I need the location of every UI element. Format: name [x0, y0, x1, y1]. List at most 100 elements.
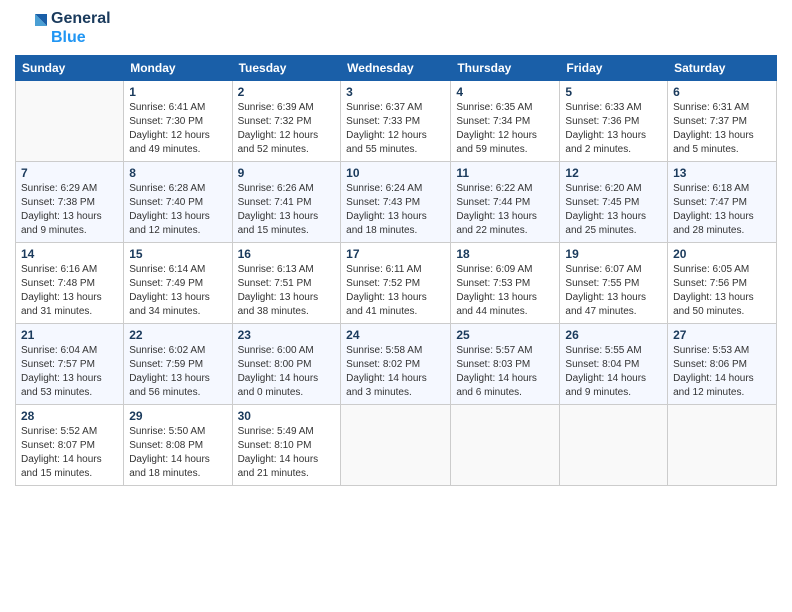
- calendar-cell: 13 Sunrise: 6:18 AM Sunset: 7:47 PM Dayli…: [668, 162, 777, 243]
- day-number: 15: [129, 247, 226, 261]
- day-info: Sunrise: 6:09 AM Sunset: 7:53 PM Dayligh…: [456, 263, 554, 319]
- calendar-cell: 28Sunrise: 5:52 AM Sunset: 8:07 PM Dayli…: [16, 405, 124, 486]
- day-info: Sunrise: 6:16 AM Sunset: 7:48 PM Dayligh…: [21, 263, 118, 319]
- day-number: 4: [456, 85, 554, 99]
- day-number: 13: [673, 166, 771, 180]
- calendar-header: SundayMondayTuesdayWednesdayThursdayFrid…: [16, 56, 777, 81]
- day-header-thursday: Thursday: [451, 56, 560, 81]
- day-number: 19: [565, 247, 662, 261]
- logo-icon: [15, 10, 47, 42]
- day-info: Sunrise: 5:49 AM Sunset: 8:10 PM Dayligh…: [238, 425, 336, 481]
- day-info: Sunrise: 6:31 AM Sunset: 7:37 PM Dayligh…: [673, 101, 771, 157]
- day-number: 9: [238, 166, 336, 180]
- calendar-cell: 1 Sunrise: 6:41 AM Sunset: 7:30 PM Daylig…: [124, 81, 232, 162]
- calendar-cell: 5Sunrise: 6:33 AM Sunset: 7:36 PM Daylig…: [560, 81, 668, 162]
- week-row-4: 21Sunrise: 6:04 AM Sunset: 7:57 PM Dayli…: [16, 324, 777, 405]
- day-info: Sunrise: 6:13 AM Sunset: 7:51 PM Dayligh…: [238, 263, 336, 319]
- calendar-cell: 26 Sunrise: 5:55 AM Sunset: 8:04 PM Dayli…: [560, 324, 668, 405]
- day-info: Sunrise: 6:24 AM Sunset: 7:43 PM Dayligh…: [346, 182, 445, 238]
- day-info: Sunrise: 6:22 AM Sunset: 7:44 PM Dayligh…: [456, 182, 554, 238]
- day-number: 11: [456, 166, 554, 180]
- day-number: 3: [346, 85, 445, 99]
- calendar-cell: 15 Sunrise: 6:14 AM Sunset: 7:49 PM Dayli…: [124, 243, 232, 324]
- day-number: 26: [565, 328, 662, 342]
- calendar-cell: 3 Sunrise: 6:37 AM Sunset: 7:33 PM Daylig…: [341, 81, 451, 162]
- calendar-cell: 17 Sunrise: 6:11 AM Sunset: 7:52 PM Dayli…: [341, 243, 451, 324]
- calendar-cell: 25Sunrise: 5:57 AM Sunset: 8:03 PM Dayli…: [451, 324, 560, 405]
- day-number: 7: [21, 166, 118, 180]
- day-info: Sunrise: 5:50 AM Sunset: 8:08 PM Dayligh…: [129, 425, 226, 481]
- calendar-cell: 30 Sunrise: 5:49 AM Sunset: 8:10 PM Dayli…: [232, 405, 341, 486]
- day-info: Sunrise: 6:07 AM Sunset: 7:55 PM Dayligh…: [565, 263, 662, 319]
- days-header-row: SundayMondayTuesdayWednesdayThursdayFrid…: [16, 56, 777, 81]
- day-info: Sunrise: 6:39 AM Sunset: 7:32 PM Dayligh…: [238, 101, 336, 157]
- calendar-cell: 7Sunrise: 6:29 AM Sunset: 7:38 PM Daylig…: [16, 162, 124, 243]
- calendar-cell: [560, 405, 668, 486]
- calendar-table: SundayMondayTuesdayWednesdayThursdayFrid…: [15, 55, 777, 486]
- calendar-cell: 9 Sunrise: 6:26 AM Sunset: 7:41 PM Daylig…: [232, 162, 341, 243]
- calendar-cell: 21Sunrise: 6:04 AM Sunset: 7:57 PM Dayli…: [16, 324, 124, 405]
- day-header-monday: Monday: [124, 56, 232, 81]
- day-info: Sunrise: 6:18 AM Sunset: 7:47 PM Dayligh…: [673, 182, 771, 238]
- page-header: General Blue: [15, 10, 777, 47]
- page-container: General Blue SundayMondayTuesdayWednesda…: [0, 0, 792, 496]
- week-row-5: 28Sunrise: 5:52 AM Sunset: 8:07 PM Dayli…: [16, 405, 777, 486]
- week-row-3: 14 Sunrise: 6:16 AM Sunset: 7:48 PM Dayli…: [16, 243, 777, 324]
- day-number: 25: [456, 328, 554, 342]
- calendar-cell: 4Sunrise: 6:35 AM Sunset: 7:34 PM Daylig…: [451, 81, 560, 162]
- calendar-cell: 29 Sunrise: 5:50 AM Sunset: 8:08 PM Dayli…: [124, 405, 232, 486]
- calendar-cell: 20 Sunrise: 6:05 AM Sunset: 7:56 PM Dayli…: [668, 243, 777, 324]
- calendar-cell: 27Sunrise: 5:53 AM Sunset: 8:06 PM Dayli…: [668, 324, 777, 405]
- day-info: Sunrise: 5:52 AM Sunset: 8:07 PM Dayligh…: [21, 425, 118, 481]
- logo-text-general: General: [51, 10, 111, 28]
- day-number: 1: [129, 85, 226, 99]
- day-number: 8: [129, 166, 226, 180]
- day-number: 29: [129, 409, 226, 423]
- day-header-wednesday: Wednesday: [341, 56, 451, 81]
- day-info: Sunrise: 6:14 AM Sunset: 7:49 PM Dayligh…: [129, 263, 226, 319]
- day-info: Sunrise: 6:20 AM Sunset: 7:45 PM Dayligh…: [565, 182, 662, 238]
- calendar-cell: 8 Sunrise: 6:28 AM Sunset: 7:40 PM Daylig…: [124, 162, 232, 243]
- day-number: 22: [129, 328, 226, 342]
- day-info: Sunrise: 6:00 AM Sunset: 8:00 PM Dayligh…: [238, 344, 336, 400]
- day-info: Sunrise: 6:33 AM Sunset: 7:36 PM Dayligh…: [565, 101, 662, 157]
- calendar-cell: [16, 81, 124, 162]
- calendar-cell: [451, 405, 560, 486]
- day-number: 30: [238, 409, 336, 423]
- day-info: Sunrise: 5:53 AM Sunset: 8:06 PM Dayligh…: [673, 344, 771, 400]
- day-number: 16: [238, 247, 336, 261]
- day-info: Sunrise: 6:05 AM Sunset: 7:56 PM Dayligh…: [673, 263, 771, 319]
- logo-text-blue: Blue: [51, 29, 111, 47]
- week-row-2: 7Sunrise: 6:29 AM Sunset: 7:38 PM Daylig…: [16, 162, 777, 243]
- calendar-cell: 2 Sunrise: 6:39 AM Sunset: 7:32 PM Daylig…: [232, 81, 341, 162]
- day-number: 20: [673, 247, 771, 261]
- calendar-body: 1 Sunrise: 6:41 AM Sunset: 7:30 PM Daylig…: [16, 81, 777, 486]
- day-info: Sunrise: 6:41 AM Sunset: 7:30 PM Dayligh…: [129, 101, 226, 157]
- day-header-sunday: Sunday: [16, 56, 124, 81]
- day-number: 12: [565, 166, 662, 180]
- day-number: 18: [456, 247, 554, 261]
- day-info: Sunrise: 5:58 AM Sunset: 8:02 PM Dayligh…: [346, 344, 445, 400]
- calendar-cell: [341, 405, 451, 486]
- calendar-cell: 23Sunrise: 6:00 AM Sunset: 8:00 PM Dayli…: [232, 324, 341, 405]
- calendar-cell: [668, 405, 777, 486]
- day-header-friday: Friday: [560, 56, 668, 81]
- day-info: Sunrise: 6:04 AM Sunset: 7:57 PM Dayligh…: [21, 344, 118, 400]
- calendar-cell: 11 Sunrise: 6:22 AM Sunset: 7:44 PM Dayli…: [451, 162, 560, 243]
- calendar-cell: 18 Sunrise: 6:09 AM Sunset: 7:53 PM Dayli…: [451, 243, 560, 324]
- day-number: 2: [238, 85, 336, 99]
- day-info: Sunrise: 6:26 AM Sunset: 7:41 PM Dayligh…: [238, 182, 336, 238]
- calendar-cell: 24 Sunrise: 5:58 AM Sunset: 8:02 PM Dayli…: [341, 324, 451, 405]
- day-info: Sunrise: 6:28 AM Sunset: 7:40 PM Dayligh…: [129, 182, 226, 238]
- day-info: Sunrise: 6:37 AM Sunset: 7:33 PM Dayligh…: [346, 101, 445, 157]
- day-number: 14: [21, 247, 118, 261]
- day-info: Sunrise: 6:11 AM Sunset: 7:52 PM Dayligh…: [346, 263, 445, 319]
- day-number: 10: [346, 166, 445, 180]
- day-number: 24: [346, 328, 445, 342]
- calendar-cell: 14 Sunrise: 6:16 AM Sunset: 7:48 PM Dayli…: [16, 243, 124, 324]
- calendar-cell: 19 Sunrise: 6:07 AM Sunset: 7:55 PM Dayli…: [560, 243, 668, 324]
- week-row-1: 1 Sunrise: 6:41 AM Sunset: 7:30 PM Daylig…: [16, 81, 777, 162]
- day-number: 17: [346, 247, 445, 261]
- day-header-saturday: Saturday: [668, 56, 777, 81]
- day-info: Sunrise: 5:55 AM Sunset: 8:04 PM Dayligh…: [565, 344, 662, 400]
